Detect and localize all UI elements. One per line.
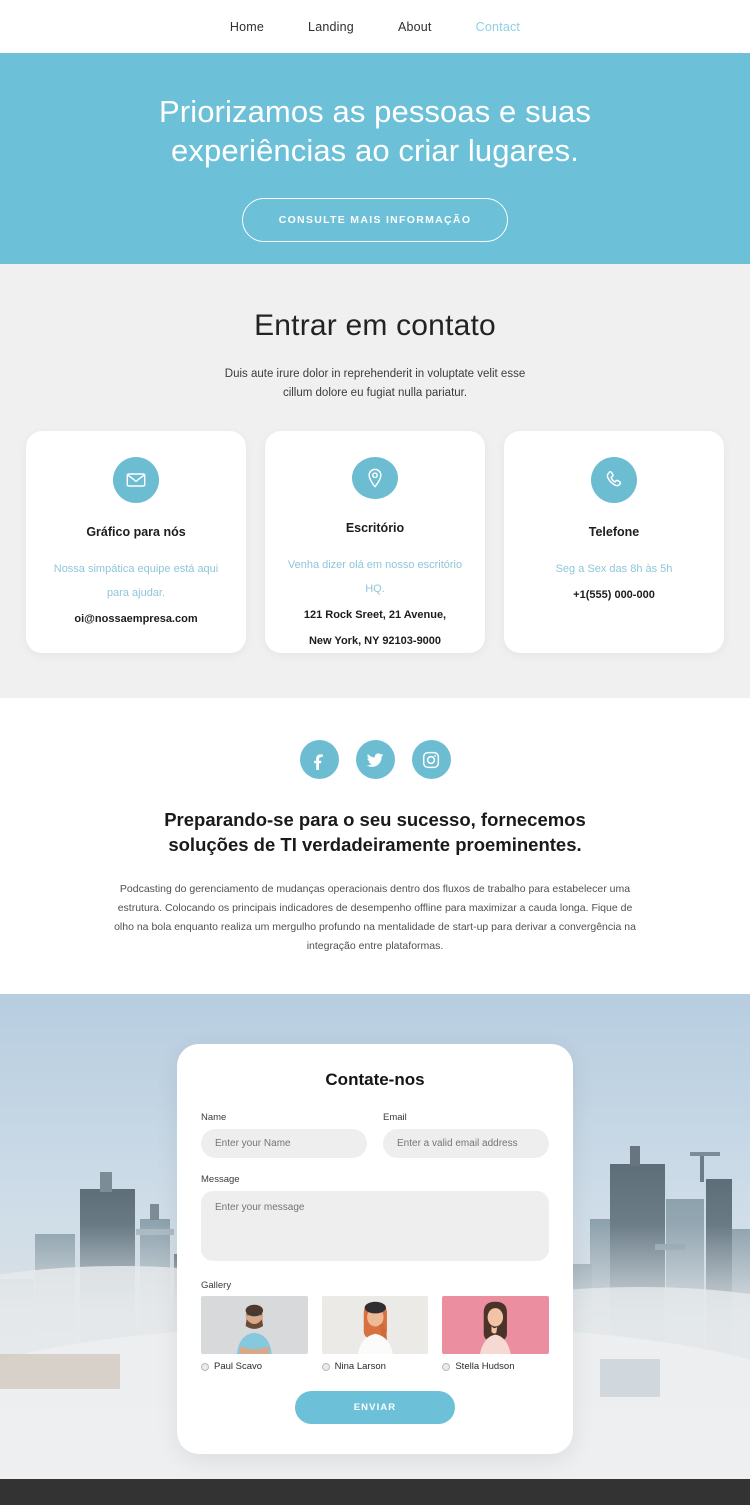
gallery-radio[interactable] xyxy=(442,1362,451,1371)
nav-item-home[interactable]: Home xyxy=(230,20,264,34)
contact-cards: Gráfico para nós Nossa simpática equipe … xyxy=(0,431,750,653)
nav-item-about[interactable]: About xyxy=(398,20,432,34)
name-input[interactable] xyxy=(201,1129,367,1158)
facebook-icon[interactable] xyxy=(299,740,339,779)
gallery-options: Paul Scavo Nina Larson Stella Hudson xyxy=(201,1296,550,1372)
gallery-name-row: Nina Larson xyxy=(321,1361,429,1372)
section-subtitle: Duis aute irure dolor in reprehenderit i… xyxy=(224,368,526,399)
card-description: Nossa simpática equipe está aqui para aj… xyxy=(53,563,219,599)
gallery-photo xyxy=(201,1296,308,1354)
hero-heading: Priorizamos as pessoas e suas experiênci… xyxy=(159,94,591,168)
gallery-photo xyxy=(321,1296,429,1354)
contact-form-card: Contate-nos Name Email Message Gallery xyxy=(177,1044,573,1454)
email-field-group: Email xyxy=(383,1112,549,1158)
about-section: Preparando-se para o seu sucesso, fornec… xyxy=(0,698,750,994)
gallery-person-name: Paul Scavo xyxy=(214,1361,263,1372)
submit-button[interactable]: ENVIAR xyxy=(295,1391,455,1424)
instagram-icon[interactable] xyxy=(411,740,451,779)
gallery-photo xyxy=(442,1296,550,1354)
card-detail[interactable]: oi@nossaempresa.com xyxy=(74,607,197,631)
gallery-label: Gallery xyxy=(201,1280,232,1291)
footer: Sample text. Click to select the Text El… xyxy=(0,1479,750,1505)
gallery-person-name: Stella Hudson xyxy=(455,1361,515,1372)
card-detail-secondary: New York, NY 92103-9000 xyxy=(308,635,442,647)
gallery-radio[interactable] xyxy=(201,1362,209,1371)
card-title: Telefone xyxy=(588,525,640,539)
social-links xyxy=(0,740,750,779)
contact-card-office[interactable]: Escritório Venha dizer olá em nosso escr… xyxy=(265,431,485,653)
phone-icon xyxy=(591,457,637,503)
contact-card-email[interactable]: Gráfico para nós Nossa simpática equipe … xyxy=(26,431,246,653)
envelope-icon xyxy=(113,457,159,503)
gallery-name-row: Stella Hudson xyxy=(442,1361,549,1372)
gallery-person-name: Nina Larson xyxy=(334,1361,386,1372)
message-field-group: Message xyxy=(201,1174,549,1266)
gallery-name-row: Paul Scavo xyxy=(201,1361,308,1372)
email-input[interactable] xyxy=(383,1129,549,1158)
message-label: Message xyxy=(201,1174,240,1185)
contact-card-phone[interactable]: Telefone Seg a Sex das 8h às 5h +1(555) … xyxy=(504,431,724,653)
hero-cta-button[interactable]: CONSULTE MAIS INFORMAÇÃO xyxy=(241,198,509,242)
card-detail[interactable]: +1(555) 000-000 xyxy=(573,583,655,607)
page-root: Home Landing About Contact Priorizamos a… xyxy=(0,0,750,1505)
section-title: Entrar em contato xyxy=(254,309,496,342)
contact-section: Entrar em contato Duis aute irure dolor … xyxy=(0,264,750,698)
twitter-icon[interactable] xyxy=(355,740,395,779)
nav-item-contact[interactable]: Contact xyxy=(476,20,520,34)
hero-section: Priorizamos as pessoas e suas experiênci… xyxy=(0,53,750,264)
name-label: Name xyxy=(201,1112,227,1123)
card-description: Seg a Sex das 8h às 5h xyxy=(555,563,673,575)
card-title: Escritório xyxy=(345,521,405,535)
submit-row: ENVIAR xyxy=(201,1391,549,1424)
message-textarea[interactable] xyxy=(201,1191,549,1261)
gallery-option-paul-scavo[interactable]: Paul Scavo xyxy=(201,1296,308,1372)
form-section: Contate-nos Name Email Message Gallery xyxy=(0,994,750,1479)
gallery-radio[interactable] xyxy=(321,1362,330,1371)
map-pin-icon xyxy=(352,457,398,499)
about-paragraph: Podcasting do gerenciamento de mudanças … xyxy=(114,883,636,952)
top-navigation: Home Landing About Contact xyxy=(0,0,750,53)
name-field-group: Name xyxy=(201,1112,367,1158)
nav-item-landing[interactable]: Landing xyxy=(308,20,354,34)
form-row-name-email: Name Email xyxy=(201,1112,549,1158)
gallery-option-nina-larson[interactable]: Nina Larson xyxy=(321,1296,429,1372)
form-title: Contate-nos xyxy=(325,1070,425,1089)
email-label: Email xyxy=(383,1112,407,1123)
card-description: Venha dizer olá em nosso escritório HQ. xyxy=(287,559,463,595)
gallery-option-stella-hudson[interactable]: Stella Hudson xyxy=(442,1296,550,1372)
card-title: Gráfico para nós xyxy=(86,525,186,539)
about-heading: Preparando-se para o seu sucesso, fornec… xyxy=(164,809,586,855)
card-detail: 121 Rock Sreet, 21 Avenue, xyxy=(303,609,447,621)
